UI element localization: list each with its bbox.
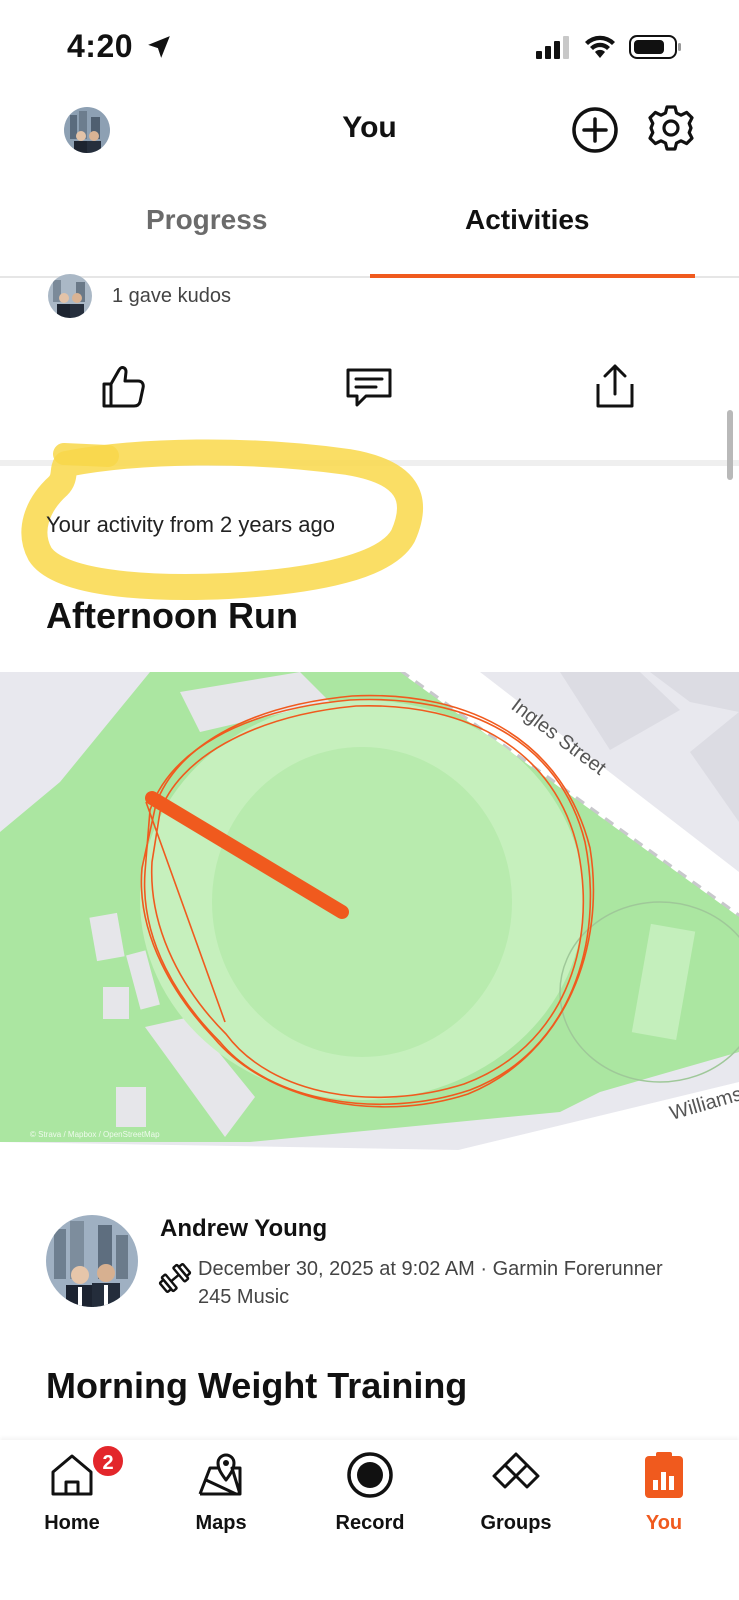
add-icon[interactable]	[570, 105, 620, 155]
activity-actions	[0, 362, 739, 422]
battery-icon	[629, 35, 681, 59]
athlete-name[interactable]: Andrew Young	[160, 1215, 327, 1243]
nav-label: Home	[44, 1512, 100, 1534]
share-icon[interactable]	[590, 362, 640, 412]
tab-progress[interactable]: Progress	[146, 204, 267, 236]
nav-maps[interactable]: Maps	[161, 1450, 281, 1535]
athlete-row[interactable]: Andrew Young December 30, 2025 at 9:02 A…	[46, 1215, 696, 1325]
memory-caption: Your activity from 2 years ago	[46, 512, 335, 537]
header: You	[0, 95, 739, 175]
maps-icon	[198, 1453, 242, 1496]
notification-badge: 2	[91, 1444, 125, 1478]
gear-icon[interactable]	[646, 103, 696, 153]
activity-title[interactable]: Afternoon Run	[46, 595, 298, 637]
wifi-icon	[585, 35, 615, 58]
page-title: You	[342, 111, 397, 144]
kudos-row[interactable]: 1 gave kudos	[48, 274, 231, 318]
groups-icon	[492, 1452, 540, 1489]
nav-label: Groups	[480, 1512, 552, 1534]
tab-bar: Progress Activities	[0, 186, 739, 278]
status-icons	[535, 34, 683, 60]
home-icon	[51, 1454, 93, 1496]
location-arrow-icon	[148, 36, 170, 58]
next-activity-title[interactable]: Morning Weight Training	[46, 1365, 467, 1407]
thumbs-up-icon[interactable]	[98, 362, 148, 412]
bottom-nav: 2 Home Maps Record Groups You	[0, 1440, 739, 1600]
route-map[interactable]: Ingles Street Williams © Strava / Mapbox…	[0, 672, 739, 1168]
signal-icon	[536, 36, 569, 59]
activity-meta: December 30, 2025 at 9:02 AM · Garmin Fo…	[198, 1258, 663, 1308]
kudos-count: 1 gave kudos	[112, 284, 231, 307]
status-time: 4:20	[67, 28, 134, 64]
tab-activities[interactable]: Activities	[465, 204, 590, 236]
active-tab-indicator	[370, 274, 695, 278]
status-bar: 4:20	[0, 0, 739, 100]
nav-label: You	[645, 1512, 683, 1534]
nav-you[interactable]: You	[604, 1450, 724, 1535]
nav-label: Maps	[195, 1512, 247, 1534]
kudos-avatar	[48, 274, 92, 318]
athlete-avatar[interactable]	[46, 1215, 138, 1307]
nav-groups[interactable]: Groups	[456, 1450, 576, 1535]
comment-icon[interactable]	[344, 362, 394, 412]
nav-home[interactable]: 2 Home	[12, 1444, 132, 1535]
you-icon	[645, 1452, 683, 1498]
nav-label: Record	[335, 1512, 405, 1534]
record-icon	[347, 1452, 393, 1498]
scrollbar[interactable]	[727, 410, 733, 480]
map-attribution: © Strava / Mapbox / OpenStreetMap	[30, 1130, 160, 1139]
dumbbell-icon	[158, 1262, 192, 1294]
nav-record[interactable]: Record	[310, 1450, 430, 1535]
